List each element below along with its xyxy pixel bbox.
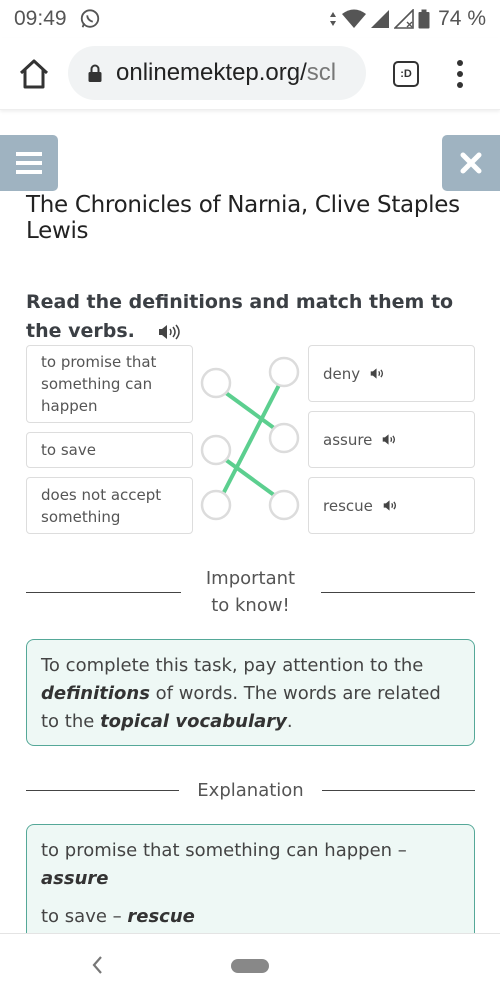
android-nav-bar	[0, 933, 500, 999]
more-menu-icon[interactable]	[452, 58, 468, 90]
close-button[interactable]	[442, 135, 500, 191]
divider-line	[321, 790, 475, 791]
status-bar: 09:49 74 %	[0, 0, 500, 38]
close-icon	[460, 152, 482, 174]
match-connectors[interactable]	[195, 345, 305, 540]
left-match-handle[interactable]	[200, 434, 232, 466]
address-bar[interactable]: onlinemektep.org/scl	[68, 46, 366, 100]
battery-icon	[418, 9, 430, 29]
verb-text: deny	[323, 364, 361, 383]
important-divider: Important to know!	[26, 565, 475, 619]
verb-text: rescue	[323, 496, 373, 515]
explanation-heading: Explanation	[197, 780, 304, 801]
status-icons: 74 %	[328, 7, 486, 31]
status-time: 09:49	[14, 7, 67, 30]
url-path: scl	[306, 59, 337, 86]
definition-text: to promise that something can happen	[41, 353, 157, 415]
data-arrows-icon	[330, 12, 337, 26]
explanation-definition: to promise that something can happen –	[41, 840, 407, 861]
definition-text: does not accept something	[41, 485, 162, 526]
page-title: The Chronicles of Narnia, Clive Staples …	[26, 192, 460, 244]
left-match-handle[interactable]	[200, 367, 232, 399]
explanation-divider: Explanation	[26, 777, 475, 804]
home-pill[interactable]	[231, 959, 269, 973]
speaker-icon[interactable]	[382, 433, 398, 446]
whatsapp-icon	[80, 9, 99, 28]
verb-card[interactable]: rescue	[308, 477, 475, 534]
definition-card[interactable]: to promise that something can happen	[26, 345, 193, 423]
important-note: To complete this task, pay attention to …	[26, 639, 475, 746]
hamburger-icon	[16, 152, 42, 174]
divider-line	[320, 591, 475, 593]
important-heading: Important to know!	[205, 568, 296, 616]
note-emphasis: definitions	[41, 683, 150, 704]
browser-toolbar: onlinemektep.org/scl :D	[0, 38, 500, 110]
back-icon[interactable]	[90, 954, 104, 976]
divider-line	[26, 790, 180, 791]
explanation-verb: assure	[41, 868, 109, 889]
url-text: onlinemektep.org/scl	[116, 59, 336, 87]
note-emphasis: topical vocabulary	[100, 711, 287, 732]
left-match-handle[interactable]	[200, 489, 232, 521]
definition-card[interactable]: does not accept something	[26, 477, 193, 534]
url-domain: onlinemektep.org/	[116, 59, 307, 86]
signal-no-sim-icon	[394, 9, 414, 29]
explanation-box: to promise that something can happen – a…	[26, 824, 475, 936]
explanation-item: to promise that something can happen – a…	[41, 837, 460, 893]
definition-text: to save	[41, 441, 96, 459]
signal-icon	[371, 10, 390, 28]
menu-button[interactable]	[0, 135, 58, 191]
note-text: To complete this task, pay attention to …	[41, 655, 424, 676]
home-icon[interactable]	[18, 58, 50, 90]
task-instruction: Read the definitions and match them to t…	[26, 288, 476, 346]
explanation-item: to save – rescue	[41, 903, 460, 931]
battery-percent: 74 %	[438, 7, 486, 30]
verb-card[interactable]: deny	[308, 345, 475, 402]
note-text: .	[286, 711, 293, 732]
verb-card[interactable]: assure	[308, 411, 475, 468]
speaker-icon[interactable]	[383, 499, 399, 512]
divider-line	[26, 591, 181, 593]
speaker-icon[interactable]	[158, 324, 180, 340]
right-match-handle[interactable]	[268, 356, 300, 388]
lock-icon	[88, 64, 102, 82]
right-match-handle[interactable]	[268, 489, 300, 521]
task-instruction-text: Read the definitions and match them to t…	[26, 291, 454, 342]
explanation-verb: rescue	[127, 906, 195, 927]
speaker-icon[interactable]	[370, 367, 386, 380]
right-match-handle[interactable]	[268, 422, 300, 454]
explanation-definition: to save –	[41, 906, 128, 927]
verb-text: assure	[323, 430, 373, 449]
wifi-icon	[342, 9, 367, 28]
definition-card[interactable]: to save	[26, 432, 193, 468]
tab-switcher-button[interactable]: :D	[393, 61, 419, 87]
